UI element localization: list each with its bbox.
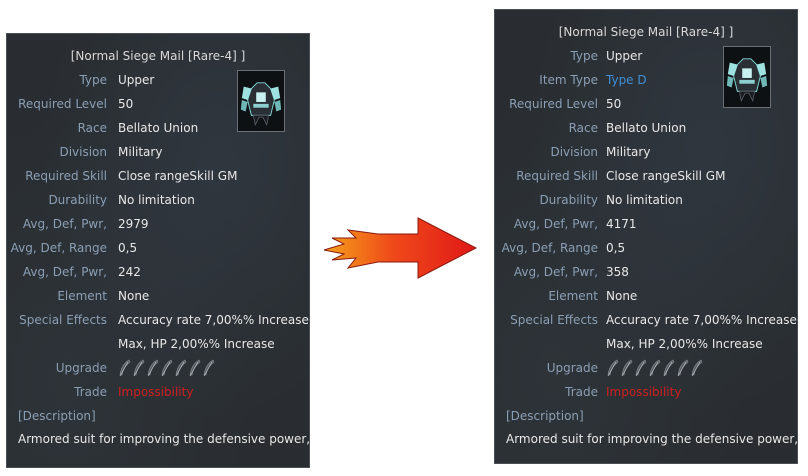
value-required-skill: Close rangeSkill GM — [606, 169, 726, 183]
value-avg-def-pwr: 2979 — [118, 217, 149, 231]
label-required-level: Required Level — [509, 97, 598, 111]
description-header: [Description] — [506, 409, 584, 423]
value-special-effect-1: Accuracy rate 7,00%% Increase — [606, 313, 797, 327]
description-text: Armored suit for improving the defensive… — [506, 432, 798, 446]
value-required-level: 50 — [606, 97, 622, 111]
value-special-effect-2: Max, HP 2,00%% Increase — [606, 337, 763, 351]
label-avg-def-range: Avg, Def, Range — [10, 241, 107, 255]
feather-slot-icon — [160, 359, 173, 377]
value-division: Military — [118, 145, 163, 159]
label-division: Division — [550, 145, 598, 159]
value-special-effect-1: Accuracy rate 7,00%% Increase — [118, 313, 309, 327]
value-item-type: Type D — [606, 73, 647, 87]
feather-slot-icon — [146, 359, 159, 377]
label-required-skill: Required Skill — [25, 169, 107, 183]
feather-slot-icon — [662, 359, 675, 377]
upgrade-slots — [606, 359, 703, 377]
label-type: Type — [79, 73, 107, 87]
value-element: None — [118, 289, 150, 303]
value-trade: Impossibility — [606, 385, 682, 399]
label-required-skill: Required Skill — [516, 169, 598, 183]
value-avg-def-pwr: 4171 — [606, 217, 637, 231]
item-title: [Normal Siege Mail [Rare-4] ] — [558, 25, 734, 39]
value-avg-def-pwr-2: 358 — [606, 265, 629, 279]
value-type: Upper — [606, 49, 643, 63]
label-special-effects: Special Effects — [19, 313, 107, 327]
feather-slot-icon — [648, 359, 661, 377]
label-avg-def-pwr: Avg, Def, Pwr, — [22, 217, 107, 231]
description-header: [Description] — [18, 409, 96, 423]
value-avg-def-range: 0,5 — [606, 241, 626, 255]
feather-slot-icon — [174, 359, 187, 377]
value-required-level: 50 — [118, 97, 134, 111]
value-special-effect-2: Max, HP 2,00%% Increase — [118, 337, 275, 351]
feather-slot-icon — [132, 359, 145, 377]
label-race: Race — [568, 121, 598, 135]
label-trade: Trade — [74, 385, 107, 399]
feather-slot-icon — [634, 359, 647, 377]
label-upgrade: Upgrade — [546, 361, 598, 375]
label-element: Element — [57, 289, 107, 303]
feather-slot-icon — [118, 359, 131, 377]
label-avg-def-pwr-2: Avg, Def, Pwr, — [513, 265, 598, 279]
value-durability: No limitation — [118, 193, 195, 207]
label-special-effects: Special Effects — [510, 313, 598, 327]
label-trade: Trade — [565, 385, 598, 399]
label-race: Race — [77, 121, 107, 135]
arrow-right-icon — [323, 217, 478, 279]
feather-slot-icon — [606, 359, 619, 377]
label-division: Division — [59, 145, 107, 159]
item-tooltip-after: [Normal Siege Mail [Rare-4] ] Type Upper… — [494, 9, 798, 464]
feather-slot-icon — [690, 359, 703, 377]
label-item-type: Item Type — [539, 73, 598, 87]
feather-slot-icon — [676, 359, 689, 377]
item-title: [Normal Siege Mail [Rare-4] ] — [70, 49, 246, 63]
armor-icon — [237, 70, 285, 132]
value-required-skill: Close rangeSkill GM — [118, 169, 238, 183]
value-type: Upper — [118, 73, 155, 87]
label-avg-def-range: Avg, Def, Range — [501, 241, 598, 255]
label-element: Element — [548, 289, 598, 303]
value-element: None — [606, 289, 638, 303]
label-type: Type — [570, 49, 598, 63]
value-durability: No limitation — [606, 193, 683, 207]
label-required-level: Required Level — [18, 97, 107, 111]
description-text: Armored suit for improving the defensive… — [18, 432, 310, 446]
label-durability: Durability — [48, 193, 107, 207]
value-trade: Impossibility — [118, 385, 194, 399]
value-avg-def-range: 0,5 — [118, 241, 138, 255]
value-division: Military — [606, 145, 651, 159]
label-upgrade: Upgrade — [55, 361, 107, 375]
label-durability: Durability — [539, 193, 598, 207]
value-race: Bellato Union — [606, 121, 687, 135]
label-avg-def-pwr-2: Avg, Def, Pwr, — [22, 265, 107, 279]
feather-slot-icon — [620, 359, 633, 377]
item-tooltip-before: [Normal Siege Mail [Rare-4] ] Type Upper… — [6, 33, 310, 468]
feather-slot-icon — [188, 359, 201, 377]
label-avg-def-pwr: Avg, Def, Pwr, — [513, 217, 598, 231]
feather-slot-icon — [202, 359, 215, 377]
armor-icon — [723, 46, 771, 108]
value-race: Bellato Union — [118, 121, 199, 135]
upgrade-slots — [118, 359, 215, 377]
value-avg-def-pwr-2: 242 — [118, 265, 141, 279]
